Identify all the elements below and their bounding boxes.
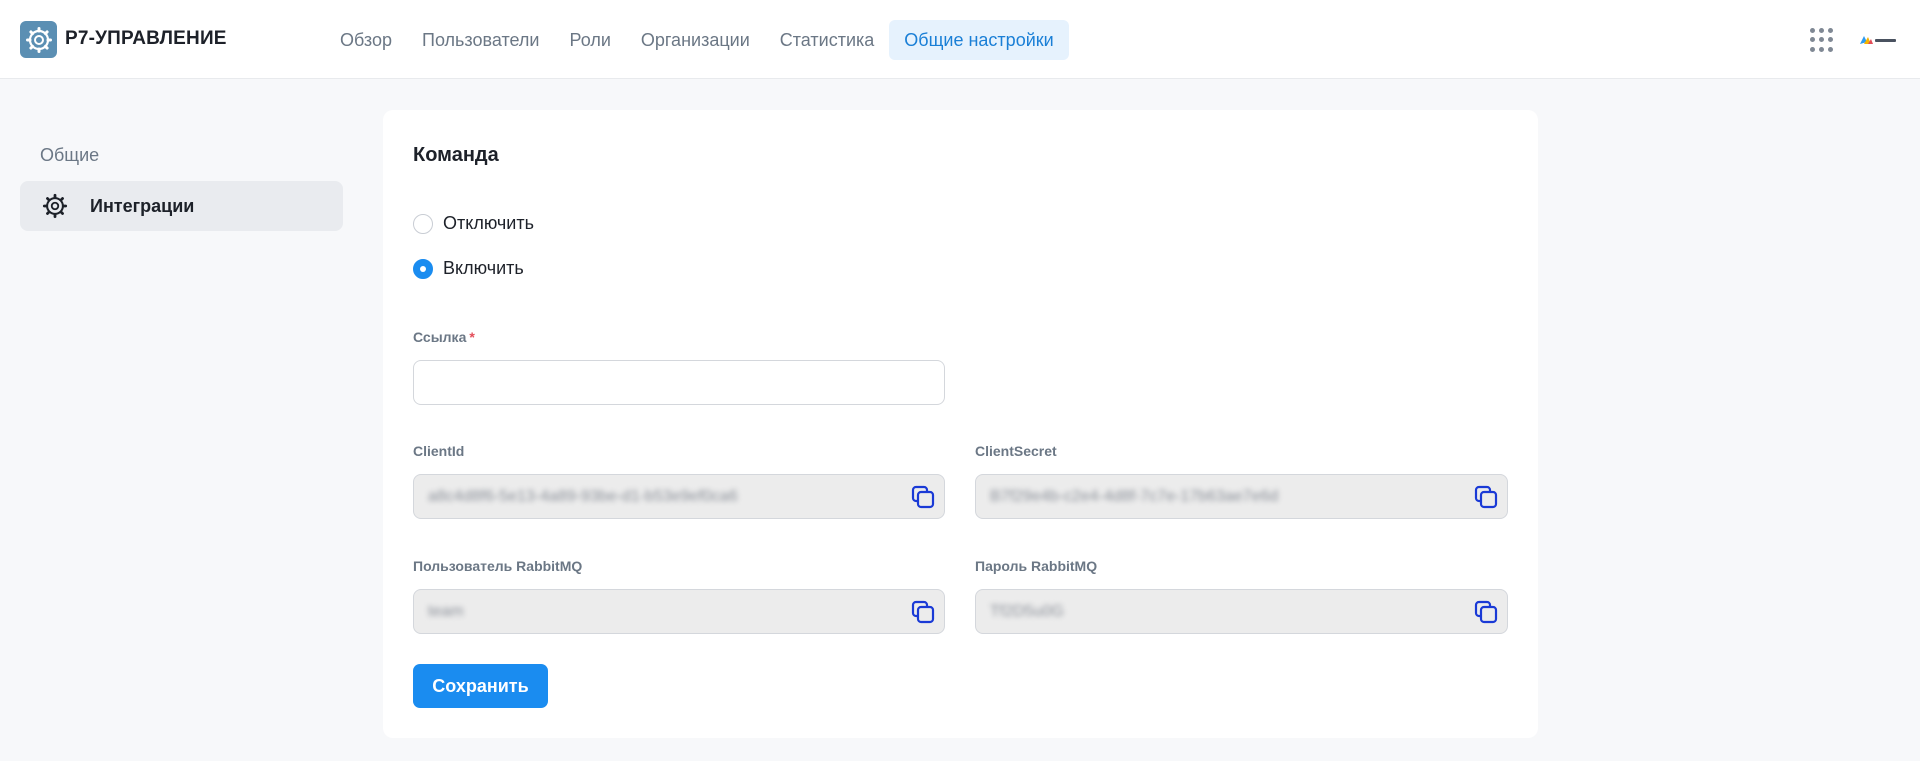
integration-card: Команда Отключить Включить Ссылка * Clien… <box>383 110 1538 738</box>
gear-icon <box>42 193 68 219</box>
rabbit-password-value: Tf2D5u0G <box>990 602 1064 620</box>
sidebar-item-integrations[interactable]: Интеграции <box>20 181 343 231</box>
rabbit-password-label: Пароль RabbitMQ <box>975 558 1098 574</box>
client-secret-value: B7f29e4b-c2e4-4d8f-7c7e-17b63ae7e6d <box>990 487 1279 505</box>
radio-label: Включить <box>443 258 524 278</box>
copy-icon[interactable] <box>910 599 936 625</box>
gear-icon <box>25 26 52 53</box>
rabbit-user-label: Пользователь RabbitMQ <box>413 558 583 574</box>
app-logo-gear-icon[interactable] <box>20 21 57 58</box>
settings-sidebar: Общие Интеграции <box>20 140 343 231</box>
copy-icon[interactable] <box>910 484 936 510</box>
client-id-field[interactable]: a8c4d8f6-5e13-4a89-93be-d1-b53e9ef0ca6 <box>413 474 945 519</box>
client-secret-field[interactable]: B7f29e4b-c2e4-4d8f-7c7e-17b63ae7e6d <box>975 474 1508 519</box>
card-title: Команда <box>413 144 499 166</box>
apps-grid-icon[interactable] <box>1810 28 1834 52</box>
radio-enable[interactable]: Включить <box>413 258 524 279</box>
rabbit-user-value: team <box>428 602 464 620</box>
client-id-value: a8c4d8f6-5e13-4a89-93be-d1-b53e9ef0ca6 <box>428 487 738 505</box>
link-label-text: Ссылка <box>413 329 467 345</box>
save-button[interactable]: Сохранить <box>413 664 548 708</box>
rabbit-user-field[interactable]: team <box>413 589 945 634</box>
radio-circle[interactable] <box>413 213 433 234</box>
nav-item-roles[interactable]: Роли <box>554 20 625 60</box>
nav-item-general-settings[interactable]: Общие настройки <box>889 20 1069 60</box>
nav-item-statistics[interactable]: Статистика <box>765 20 890 60</box>
nav-item-users[interactable]: Пользователи <box>407 20 554 60</box>
required-mark: * <box>469 329 475 345</box>
app-title: Р7-УПРАВЛЕНИЕ <box>65 28 227 49</box>
sidebar-item-label: Интеграции <box>90 195 195 216</box>
sidebar-heading: Общие <box>40 145 100 165</box>
client-id-label: ClientId <box>413 443 465 459</box>
copy-icon[interactable] <box>1473 599 1499 625</box>
main-nav: Обзор Пользователи Роли Организации Стат… <box>325 20 1069 60</box>
radio-label: Отключить <box>443 213 534 233</box>
top-bar: Р7-УПРАВЛЕНИЕ Обзор Пользователи Роли Ор… <box>0 0 1920 79</box>
client-secret-label: ClientSecret <box>975 443 1057 459</box>
radio-disable[interactable]: Отключить <box>413 213 534 234</box>
link-label: Ссылка * <box>413 329 475 345</box>
copy-icon[interactable] <box>1473 484 1499 510</box>
nav-item-organizations[interactable]: Организации <box>626 20 765 60</box>
nav-item-overview[interactable]: Обзор <box>325 20 407 60</box>
radio-circle-checked[interactable] <box>413 258 433 279</box>
rabbit-password-field[interactable]: Tf2D5u0G <box>975 589 1508 634</box>
corp-logo[interactable] <box>1858 33 1898 47</box>
link-input[interactable] <box>413 360 945 405</box>
